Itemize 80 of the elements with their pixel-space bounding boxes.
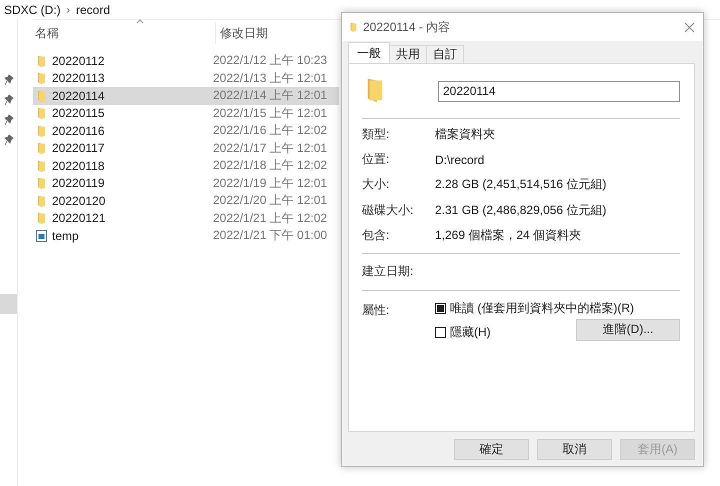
pin-icon[interactable] (4, 74, 14, 86)
file-row[interactable]: 20220114 2022/1/14 上午 12:01 (33, 87, 339, 104)
field-label: 磁碟大小: (362, 202, 414, 219)
breadcrumb-item[interactable]: SDXC (D:) (4, 3, 61, 17)
file-row[interactable]: 20220121 2022/1/21 上午 12:02 (33, 210, 339, 227)
modified-date: 2022/1/16 上午 12:02 (213, 122, 328, 140)
file-name: 20220116 (52, 124, 106, 138)
checkbox-label[interactable]: 隱藏(H) (450, 324, 491, 341)
file-name: 20220121 (52, 211, 106, 226)
checkbox[interactable] (435, 302, 446, 314)
modified-date: 2022/1/19 上午 12:01 (213, 174, 328, 192)
column-header[interactable]: 名稱 (35, 26, 59, 40)
field-label: 大小: (362, 176, 390, 194)
file-row[interactable]: 20220119 2022/1/19 上午 12:01 (33, 174, 339, 192)
checkbox-label[interactable]: 唯讀 (僅套用到資料夾中的檔案)(R) (450, 300, 634, 317)
folder-icon (36, 72, 46, 84)
file-row[interactable]: 20220117 2022/1/17 上午 12:01 (33, 140, 339, 157)
modified-date: 2022/1/14 上午 12:01 (213, 87, 328, 104)
breadcrumb-separator: › (66, 4, 70, 16)
window-title: 20220114 - 內容 (363, 18, 452, 36)
file-name: temp (52, 228, 80, 243)
modified-date: 2022/1/21 下午 01:00 (213, 227, 328, 244)
field-label: 類型: (362, 126, 390, 144)
dialog-button[interactable]: 取消 (537, 438, 612, 460)
file-row[interactable]: 20220118 2022/1/18 上午 12:02 (33, 157, 339, 174)
modified-date: 2022/1/18 上午 12:02 (213, 157, 328, 174)
field-value: 檔案資料夾 (435, 126, 496, 144)
pin-icon[interactable] (4, 94, 14, 106)
document-icon (36, 230, 46, 242)
file-name: 20220117 (52, 141, 106, 156)
folder-icon (36, 142, 46, 154)
tab[interactable]: 共用 (389, 45, 427, 63)
tab[interactable]: 一般 (348, 42, 390, 63)
advanced-button[interactable]: 進階(D)... (576, 318, 680, 341)
tab[interactable]: 自訂 (426, 45, 464, 63)
modified-date: 2022/1/13 上午 12:01 (213, 70, 328, 87)
modified-date: 2022/1/21 上午 12:02 (213, 210, 328, 227)
folder-icon (36, 54, 46, 67)
file-name: 20220118 (52, 158, 106, 173)
column-header[interactable]: 修改日期 (220, 24, 268, 42)
modified-date: 2022/1/20 上午 12:01 (213, 192, 328, 210)
dialog-button[interactable]: 確定 (454, 438, 529, 460)
field-value: 2.31 GB (2,486,829,056 位元組) (435, 202, 608, 219)
folder-icon (36, 194, 46, 207)
file-name: 20220115 (52, 106, 106, 120)
file-row[interactable]: 20220116 2022/1/16 上午 12:02 (33, 122, 339, 140)
file-row[interactable]: 20220112 2022/1/12 上午 10:23 (33, 52, 339, 70)
modified-date: 2022/1/12 上午 10:23 (213, 52, 328, 70)
field-value: 1,269 個檔案，24 個資料夾 (435, 226, 582, 244)
sort-caret-icon (136, 18, 144, 24)
checkbox[interactable] (435, 326, 446, 338)
breadcrumb-item[interactable]: record (76, 3, 110, 17)
field-label: 屬性: (362, 302, 390, 319)
close-icon[interactable] (684, 22, 695, 32)
file-row[interactable]: 20220113 2022/1/13 上午 12:01 (33, 70, 339, 87)
field-value: 2.28 GB (2,451,514,516 位元組) (435, 176, 608, 194)
folder-icon (36, 107, 46, 120)
pin-icon[interactable] (4, 134, 14, 146)
pin-icon[interactable] (4, 114, 14, 126)
file-row[interactable]: 20220120 2022/1/20 上午 12:01 (33, 192, 339, 210)
field-label: 位置: (362, 151, 390, 168)
file-name: 20220120 (52, 194, 106, 208)
folder-icon (350, 22, 357, 32)
file-name: 20220113 (52, 71, 106, 86)
file-name: 20220114 (52, 88, 106, 103)
modified-date: 2022/1/17 上午 12:01 (213, 140, 328, 157)
modified-date: 2022/1/15 上午 12:01 (213, 104, 328, 122)
field-value: D:\record (435, 152, 486, 167)
folder-icon (36, 212, 46, 224)
field-label: 建立日期: (362, 263, 414, 280)
file-name: 20220119 (52, 176, 106, 190)
file-name: 20220112 (52, 54, 106, 68)
file-row[interactable]: 20220115 2022/1/15 上午 12:01 (33, 104, 339, 122)
file-row[interactable]: temp 2022/1/21 下午 01:00 (33, 227, 339, 244)
folder-icon (36, 177, 46, 190)
folder-icon (36, 90, 46, 102)
name-field[interactable]: 20220114 (438, 80, 680, 102)
folder-icon (36, 160, 46, 172)
folder-icon (36, 124, 46, 137)
field-label: 包含: (362, 226, 390, 244)
